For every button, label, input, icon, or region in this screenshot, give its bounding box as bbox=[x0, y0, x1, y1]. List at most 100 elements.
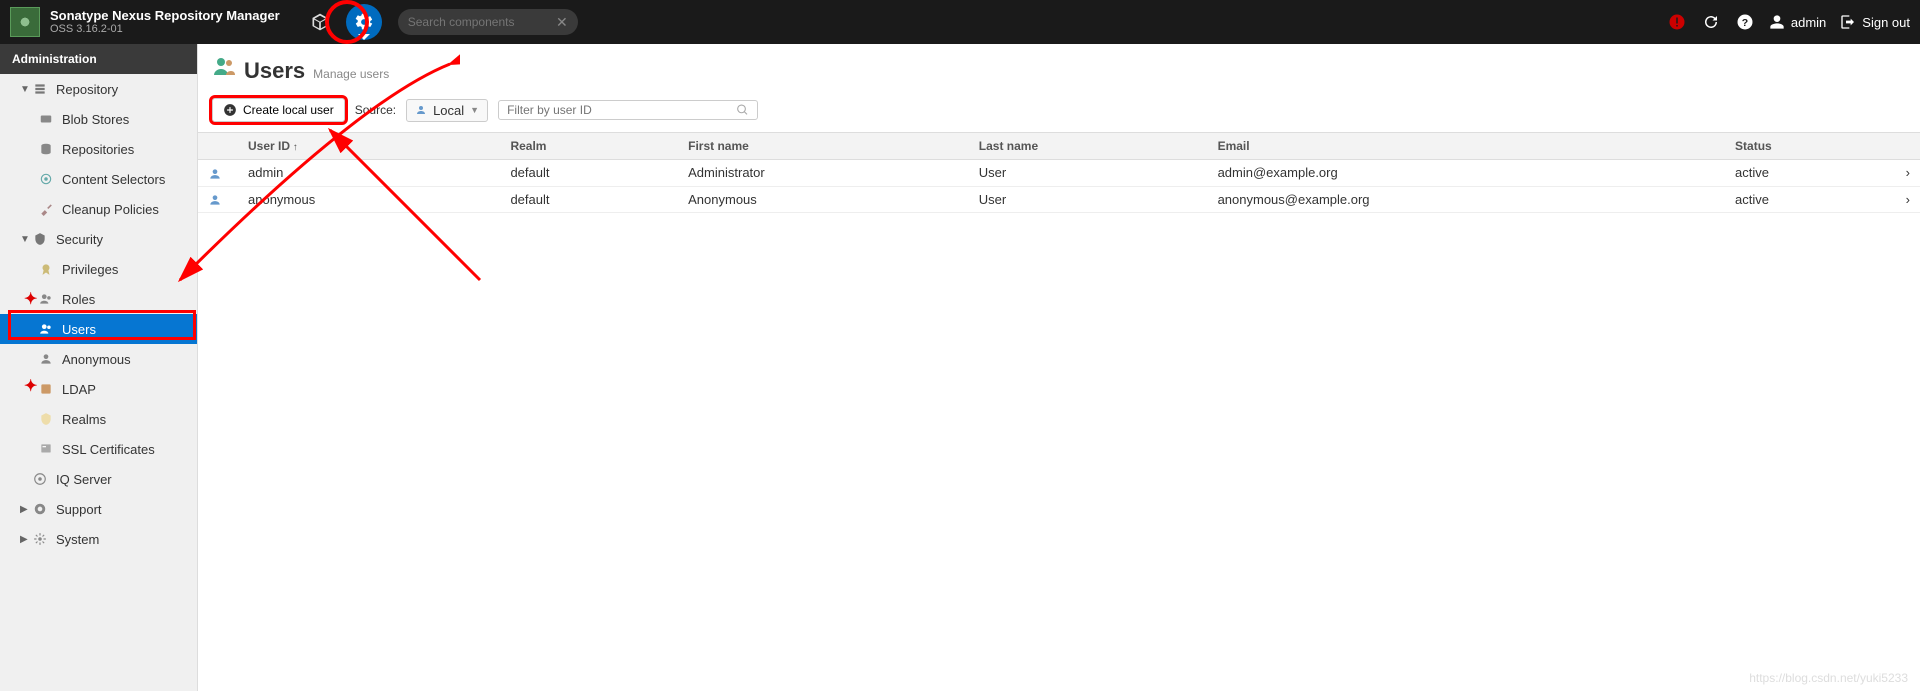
col-first-name[interactable]: First name bbox=[678, 133, 969, 160]
sidebar-item-anonymous[interactable]: Anonymous bbox=[0, 344, 197, 374]
cell-status: active bbox=[1725, 160, 1896, 187]
page-subtitle: Manage users bbox=[313, 67, 389, 81]
chevron-right-icon: › bbox=[1896, 186, 1920, 213]
sidebar-group-label: Security bbox=[56, 232, 103, 247]
sidebar-item-label: Cleanup Policies bbox=[62, 202, 159, 217]
realm-shield-icon bbox=[38, 411, 54, 427]
content-area: Users Manage users Create local user Sou… bbox=[198, 44, 1920, 691]
cell-first-name: Administrator bbox=[678, 160, 969, 187]
sidebar-item-label: Realms bbox=[62, 412, 106, 427]
brand-title: Sonatype Nexus Repository Manager bbox=[50, 9, 280, 23]
username-label: admin bbox=[1791, 15, 1826, 30]
sidebar-item-label: Repositories bbox=[62, 142, 134, 157]
blob-icon bbox=[38, 111, 54, 127]
users-page-icon bbox=[212, 54, 236, 78]
filter-input[interactable] bbox=[507, 103, 736, 117]
annotation-plus-roles: ✦ bbox=[24, 289, 37, 309]
sidebar-item-label: Users bbox=[62, 322, 96, 337]
sidebar-item-label: Privileges bbox=[62, 262, 118, 277]
sidebar-item-users[interactable]: Users bbox=[0, 314, 197, 344]
source-value: Local bbox=[433, 103, 464, 118]
sidebar-group-system[interactable]: ▶ System bbox=[0, 524, 197, 554]
sidebar-item-label: SSL Certificates bbox=[62, 442, 155, 457]
sidebar-item-label: Roles bbox=[62, 292, 95, 307]
sidebar-item-cleanup-policies[interactable]: Cleanup Policies bbox=[0, 194, 197, 224]
repository-icon bbox=[32, 81, 48, 97]
sidebar-item-realms[interactable]: Realms bbox=[0, 404, 197, 434]
sidebar-item-blob-stores[interactable]: Blob Stores bbox=[0, 104, 197, 134]
sidebar-group-iq-server[interactable]: IQ Server bbox=[0, 464, 197, 494]
broom-icon bbox=[38, 201, 54, 217]
db-icon bbox=[38, 141, 54, 157]
help-icon[interactable]: ? bbox=[1735, 12, 1755, 32]
sidebar-group-label: Support bbox=[56, 502, 102, 517]
signout-button[interactable]: Sign out bbox=[1840, 14, 1910, 30]
cell-last-name: User bbox=[969, 160, 1208, 187]
sidebar-group-label: System bbox=[56, 532, 99, 547]
create-button-label: Create local user bbox=[243, 103, 334, 117]
source-select[interactable]: Local ▼ bbox=[406, 99, 488, 122]
sidebar-item-label: Blob Stores bbox=[62, 112, 129, 127]
sidebar: Administration ▼ Repository Blob Stores … bbox=[0, 44, 198, 691]
user-row-icon bbox=[208, 167, 222, 181]
search-input[interactable] bbox=[408, 15, 556, 29]
plus-circle-icon bbox=[223, 103, 237, 117]
chevron-down-icon: ▼ bbox=[20, 84, 32, 95]
col-last-name[interactable]: Last name bbox=[969, 133, 1208, 160]
annotation-plus-ldap: ✦ bbox=[24, 376, 37, 396]
watermark: https://blog.csdn.net/yuki5233 bbox=[1749, 671, 1908, 685]
search-clear-icon[interactable]: ✕ bbox=[556, 14, 568, 31]
admin-gear-button[interactable] bbox=[346, 4, 382, 40]
refresh-icon[interactable] bbox=[1701, 12, 1721, 32]
col-status[interactable]: Status bbox=[1725, 133, 1896, 160]
create-local-user-button[interactable]: Create local user bbox=[212, 98, 345, 122]
cert-icon bbox=[38, 441, 54, 457]
roles-icon bbox=[38, 291, 54, 307]
sidebar-item-repositories[interactable]: Repositories bbox=[0, 134, 197, 164]
cell-first-name: Anonymous bbox=[678, 186, 969, 213]
sidebar-item-ssl-certificates[interactable]: SSL Certificates bbox=[0, 434, 197, 464]
user-menu[interactable]: admin bbox=[1769, 14, 1826, 30]
sidebar-group-repository[interactable]: ▼ Repository bbox=[0, 74, 197, 104]
chevron-right-icon: › bbox=[1896, 160, 1920, 187]
cell-realm: default bbox=[500, 160, 678, 187]
cell-user-id: anonymous bbox=[238, 186, 500, 213]
sidebar-group-security[interactable]: ▼ Security bbox=[0, 224, 197, 254]
col-email[interactable]: Email bbox=[1208, 133, 1725, 160]
sidebar-item-label: LDAP bbox=[62, 382, 96, 397]
gear-icon bbox=[32, 531, 48, 547]
source-label: Source: bbox=[355, 103, 396, 117]
sidebar-item-privileges[interactable]: Privileges bbox=[0, 254, 197, 284]
header-search[interactable]: ✕ bbox=[398, 9, 578, 35]
brand-block: Sonatype Nexus Repository Manager OSS 3.… bbox=[50, 9, 280, 35]
selector-icon bbox=[38, 171, 54, 187]
shield-icon bbox=[32, 231, 48, 247]
cell-last-name: User bbox=[969, 186, 1208, 213]
table-row[interactable]: anonymous default Anonymous User anonymo… bbox=[198, 186, 1920, 213]
chevron-right-icon: ▶ bbox=[20, 534, 32, 545]
col-user-id[interactable]: User ID bbox=[238, 133, 500, 160]
chevron-down-icon: ▼ bbox=[20, 234, 32, 245]
cell-email: admin@example.org bbox=[1208, 160, 1725, 187]
user-row-icon bbox=[208, 193, 222, 207]
sidebar-item-content-selectors[interactable]: Content Selectors bbox=[0, 164, 197, 194]
toolbar: Create local user Source: Local ▼ bbox=[198, 94, 1920, 132]
sidebar-group-label: IQ Server bbox=[56, 472, 112, 487]
signout-label: Sign out bbox=[1862, 15, 1910, 30]
sidebar-item-label: Content Selectors bbox=[62, 172, 165, 187]
cube-icon[interactable] bbox=[300, 0, 340, 44]
cell-user-id: admin bbox=[238, 160, 500, 187]
anon-icon bbox=[38, 351, 54, 367]
col-realm[interactable]: Realm bbox=[500, 133, 678, 160]
search-icon bbox=[736, 103, 749, 117]
sidebar-group-support[interactable]: ▶ Support bbox=[0, 494, 197, 524]
table-row[interactable]: admin default Administrator User admin@e… bbox=[198, 160, 1920, 187]
users-table: User ID Realm First name Last name Email… bbox=[198, 132, 1920, 213]
page-title: Users bbox=[244, 58, 305, 84]
alert-icon[interactable] bbox=[1667, 12, 1687, 32]
user-small-icon bbox=[415, 104, 427, 116]
cell-status: active bbox=[1725, 186, 1896, 213]
filter-box[interactable] bbox=[498, 100, 758, 120]
sidebar-title: Administration bbox=[0, 44, 197, 74]
header-right: ? admin Sign out bbox=[1667, 12, 1910, 32]
